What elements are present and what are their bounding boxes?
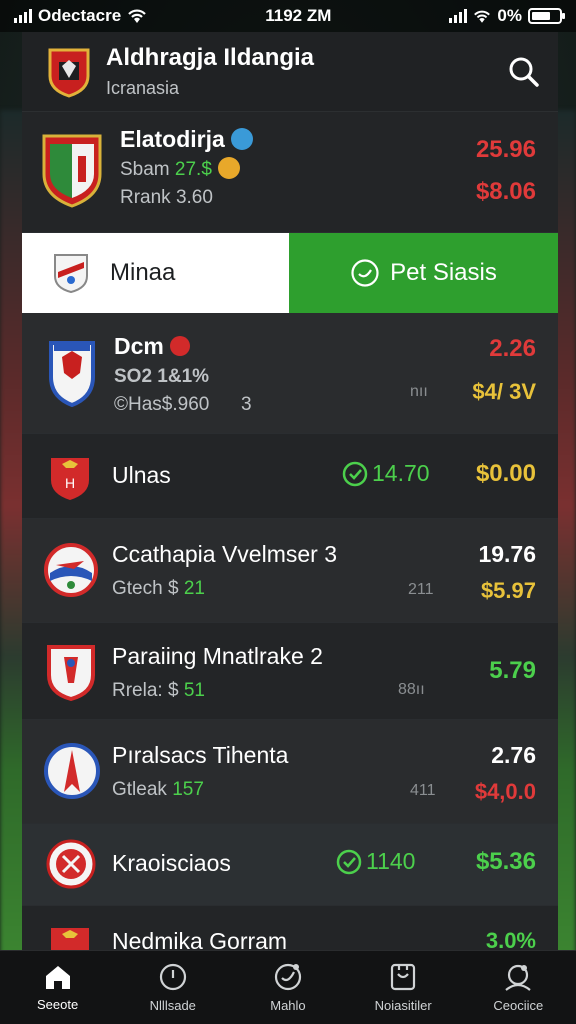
bottom-tab-bar: Seeote Nlllsade Mahlo Noiasitiler Ceocii… bbox=[0, 950, 576, 1024]
odds-bottom: $5.97 bbox=[480, 578, 536, 603]
promo-left-label: Minaa bbox=[110, 259, 176, 286]
tab-label: Noiasitiler bbox=[374, 998, 432, 1013]
status-time: 1192 ZM bbox=[265, 6, 332, 25]
team-crest-icon bbox=[51, 928, 89, 950]
tab-label: Nlllsade bbox=[149, 998, 196, 1013]
match-row[interactable]: Kraoisciaos 1140 $5.36 bbox=[22, 824, 558, 906]
mid-value: 14.70 bbox=[372, 460, 430, 486]
team-name: Ccathapia Vvelmser 3 bbox=[112, 541, 337, 567]
stat-value: 157 bbox=[172, 779, 204, 800]
team-crest-icon bbox=[47, 645, 95, 701]
stat-label: Rrela: $ bbox=[112, 680, 179, 701]
team-name: Paraiing Mnatlrake 2 bbox=[112, 643, 323, 669]
mid-extra: 411 bbox=[410, 782, 436, 799]
tab-home[interactable]: Seeote bbox=[0, 963, 115, 1012]
check-circle-icon bbox=[336, 849, 362, 874]
promo-row: Minaa Pet Siasis bbox=[22, 233, 558, 313]
odds-value: $5.36 bbox=[475, 848, 536, 875]
odds-top: 25.96 bbox=[475, 136, 536, 163]
coin-badge-icon bbox=[217, 157, 240, 179]
tab-label: Seeote bbox=[36, 997, 79, 1012]
battery-percent: 0% bbox=[497, 6, 522, 25]
rank-text: Rrank 3.60 bbox=[120, 187, 213, 209]
mid-extra: 211 bbox=[408, 581, 434, 598]
tab-label: Ceociice bbox=[493, 998, 544, 1013]
odds-value: 5.79 bbox=[489, 657, 536, 684]
promo-left-button[interactable]: Minaa bbox=[22, 233, 289, 313]
team-crest-icon: H bbox=[51, 458, 89, 500]
stat-value: SO2 1&1% bbox=[114, 366, 210, 387]
odds-top: 2.76 bbox=[491, 742, 536, 768]
stat-value: 51 bbox=[183, 680, 205, 701]
stat-label: Gtleak bbox=[112, 779, 167, 800]
match-row[interactable]: Nedmika Gorram 3.0% bbox=[22, 906, 558, 950]
match-row[interactable]: H Ulnas 14.70 $0.00 bbox=[22, 434, 558, 519]
mid-value: 1140 bbox=[366, 848, 416, 874]
match-row[interactable]: Pıralsacs Tihenta Gtleak 157 411 2.76 $4… bbox=[22, 720, 558, 824]
odds-top: 2.26 bbox=[489, 335, 536, 362]
league-crest-icon bbox=[48, 48, 90, 98]
home-icon bbox=[45, 966, 70, 989]
carrier-name: Odectacre bbox=[38, 6, 122, 25]
info-badge-icon bbox=[230, 127, 253, 150]
bet-smile-icon bbox=[351, 259, 379, 287]
team-crest-icon bbox=[46, 839, 96, 889]
tab-notifications[interactable]: Noiasitiler bbox=[346, 962, 461, 1013]
team-name: Pıralsacs Tihenta bbox=[112, 742, 289, 768]
stat-value: 27.$ bbox=[174, 159, 212, 181]
match-row[interactable]: Paraiing Mnatlrake 2 Rrela: $ 51 88ıı 5.… bbox=[22, 623, 558, 720]
team-crest-icon bbox=[42, 134, 102, 208]
wifi-icon-right bbox=[474, 10, 491, 23]
search-button[interactable] bbox=[504, 52, 544, 92]
cell-signal-icon bbox=[449, 9, 468, 23]
team-crest-icon bbox=[49, 341, 95, 407]
stat-value: 21 bbox=[183, 578, 205, 599]
odds-value: $0.00 bbox=[475, 460, 536, 487]
tab-label: Mahlo bbox=[270, 998, 306, 1013]
promo-crest-icon bbox=[54, 254, 88, 294]
team-name: Kraoisciaos bbox=[112, 850, 231, 876]
match-row[interactable]: Elatodirja Sbam 27.$ Rrank 3.60 25.96 $8… bbox=[22, 112, 558, 233]
tab-profile[interactable]: Ceociice bbox=[461, 962, 576, 1013]
team-name: Nedmika Gorram bbox=[112, 928, 288, 950]
promo-right-label: Pet Siasis bbox=[390, 259, 497, 286]
matches-panel: Aldhragja Ildangia Icranasia Elatodirja … bbox=[22, 32, 558, 950]
battery-icon bbox=[528, 8, 565, 24]
svg-text:H: H bbox=[65, 475, 75, 491]
team-name: Elatodirja bbox=[120, 126, 225, 152]
team-name: Ulnas bbox=[112, 462, 171, 488]
rank-extra: 3 bbox=[241, 394, 252, 415]
tab-schedule[interactable]: Nlllsade bbox=[115, 962, 230, 1013]
stat-label: Sbam bbox=[120, 159, 170, 181]
ball-icon bbox=[274, 963, 302, 991]
tab-matches[interactable]: Mahlo bbox=[230, 962, 345, 1013]
profile-icon bbox=[505, 964, 532, 991]
odds-bottom: $4,0.0 bbox=[474, 779, 536, 804]
team-name: Dcm bbox=[114, 333, 164, 359]
odds-bottom: $8.06 bbox=[475, 178, 536, 205]
promo-right-button[interactable]: Pet Siasis bbox=[289, 233, 558, 313]
team-crest-icon bbox=[44, 743, 100, 799]
league-subtitle: Icranasia bbox=[106, 78, 180, 98]
clock-icon bbox=[159, 963, 186, 991]
league-title: Aldhragja Ildangia bbox=[106, 44, 315, 71]
signal-icon bbox=[14, 9, 32, 23]
alert-badge-icon bbox=[169, 335, 190, 356]
rank-text: ©Has$.960 bbox=[114, 394, 210, 415]
odds-top: 19.76 bbox=[478, 541, 536, 567]
mid-extra: nıı bbox=[410, 383, 428, 400]
stat-label: Gtech $ bbox=[112, 578, 179, 599]
status-bar: Odectacre 1192 ZM 0% bbox=[0, 0, 576, 32]
wifi-icon bbox=[128, 9, 146, 23]
match-row[interactable]: Ccathapia Vvelmser 3 Gtech $ 21 211 19.7… bbox=[22, 519, 558, 623]
league-header: Aldhragja Ildangia Icranasia bbox=[22, 32, 558, 112]
match-row[interactable]: Dcm SO2 1&1% ©Has$.960 3 nıı 2.26 $4/ 3V bbox=[22, 313, 558, 434]
search-icon bbox=[509, 57, 539, 87]
check-circle-icon bbox=[342, 461, 368, 486]
mid-extra: 88ıı bbox=[398, 681, 425, 698]
ticket-icon bbox=[391, 963, 416, 991]
odds-bottom: $4/ 3V bbox=[472, 379, 536, 404]
team-crest-icon bbox=[44, 543, 98, 597]
odds-top: 3.0% bbox=[485, 928, 536, 950]
